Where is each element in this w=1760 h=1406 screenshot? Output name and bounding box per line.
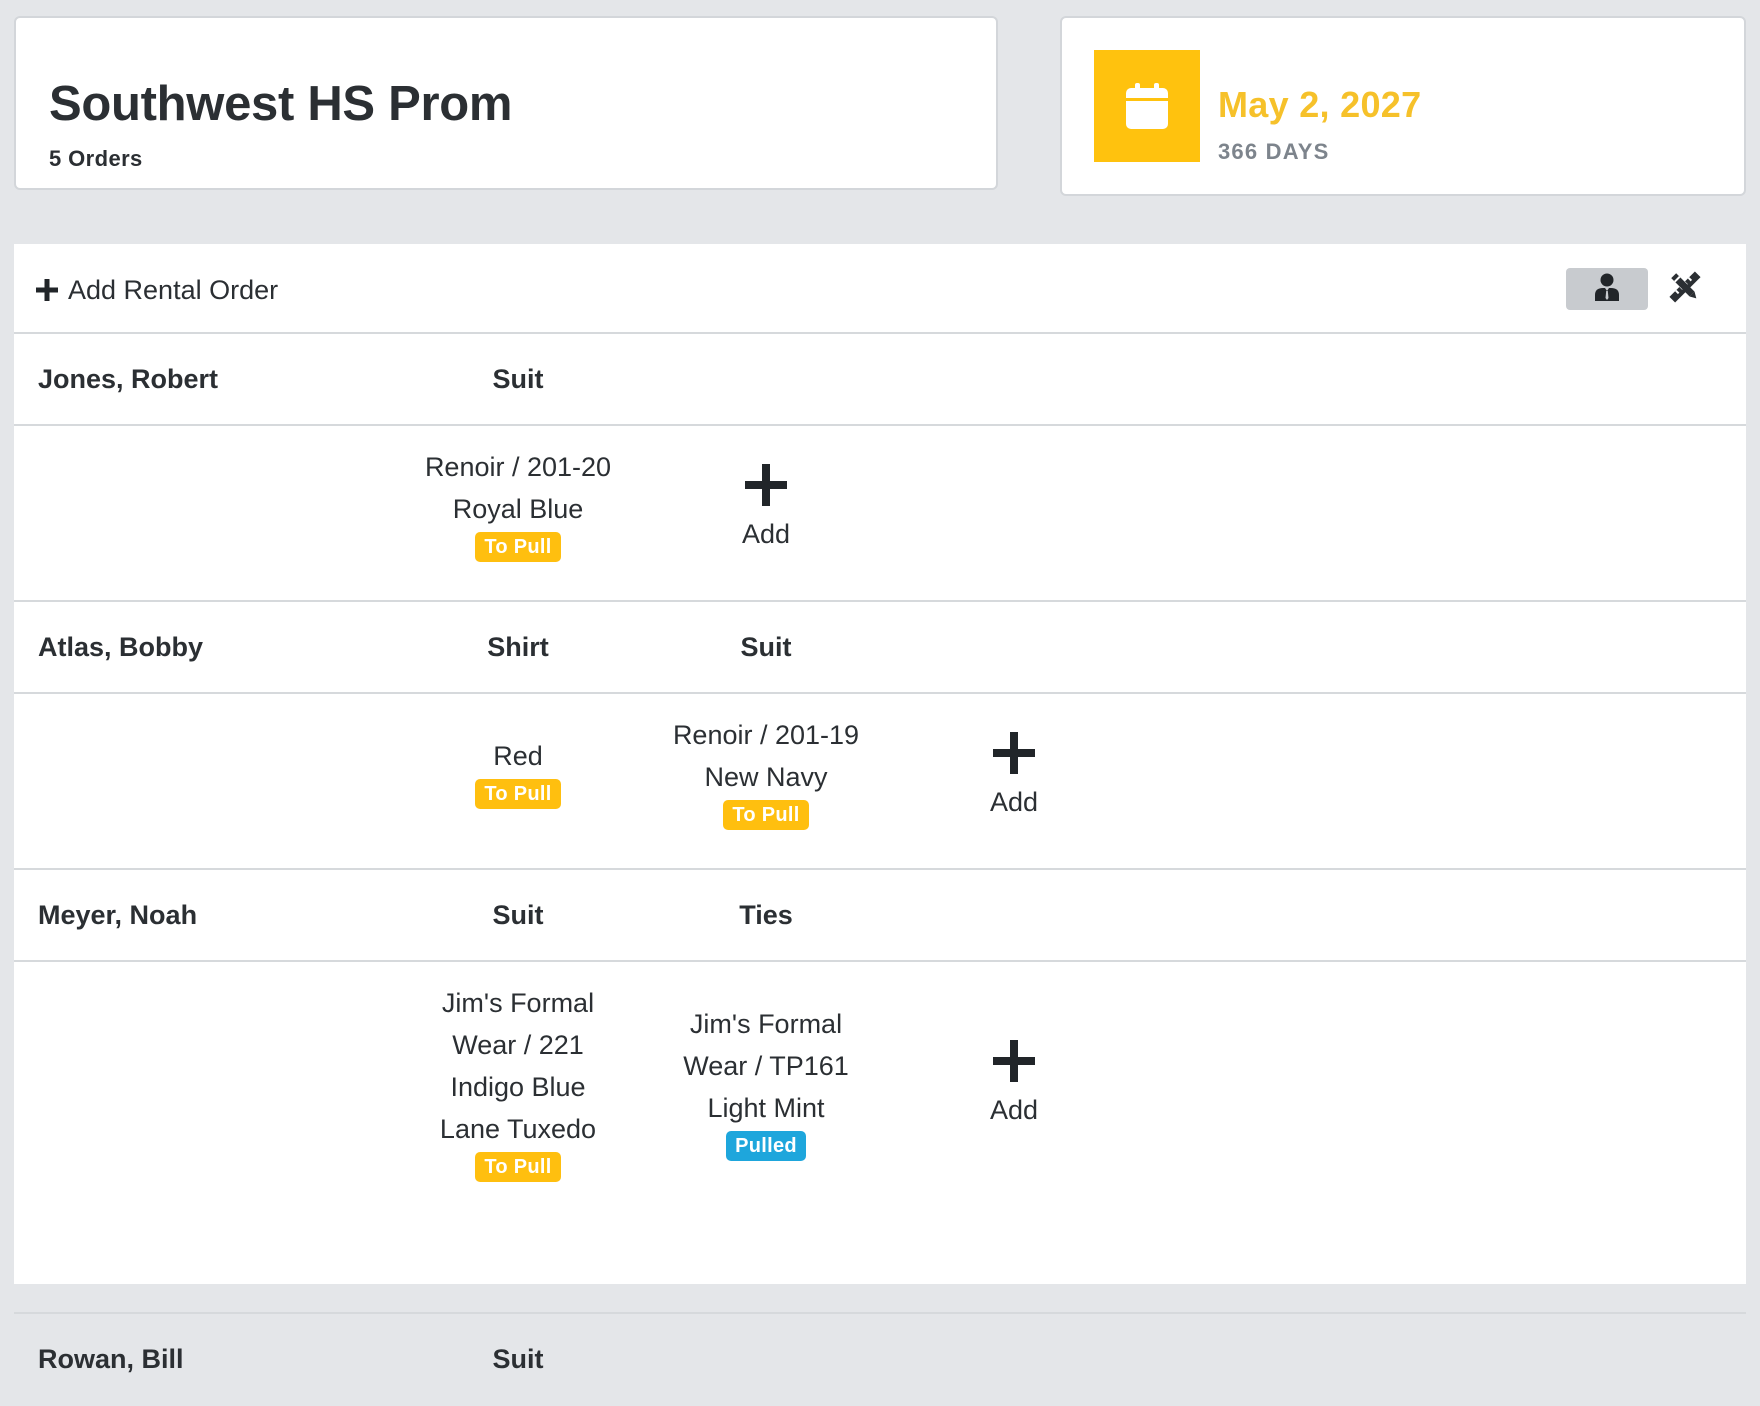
order-header-row[interactable]: Jones, Robert Suit bbox=[14, 334, 1746, 426]
order-header-row[interactable]: Rowan, Bill Suit bbox=[14, 1314, 1746, 1406]
plus-icon bbox=[745, 464, 787, 513]
order-items-row: Red To Pull Renoir / 201-19 New Navy To … bbox=[14, 694, 1746, 870]
plus-icon bbox=[993, 1040, 1035, 1089]
status-badge: To Pull bbox=[723, 800, 809, 830]
status-badge: To Pull bbox=[475, 532, 561, 562]
rental-item[interactable]: Jim's Formal Wear / TP161 Light Mint Pul… bbox=[646, 1003, 886, 1161]
item-line: New Navy bbox=[704, 762, 828, 792]
item-line: Jim's Formal bbox=[441, 988, 595, 1018]
customer-name[interactable]: Atlas, Bobby bbox=[38, 632, 203, 663]
category-label: Suit bbox=[492, 900, 544, 930]
item-line: Light Mint bbox=[707, 1093, 825, 1123]
item-line: Red bbox=[493, 741, 543, 771]
customer-name[interactable]: Rowan, Bill bbox=[38, 1344, 184, 1375]
days-remaining: 366 DAYS bbox=[1218, 139, 1330, 164]
add-item-button[interactable]: Add bbox=[894, 732, 1134, 818]
customer-name[interactable]: Jones, Robert bbox=[38, 364, 218, 395]
status-badge: To Pull bbox=[475, 779, 561, 809]
category-label: Suit bbox=[740, 632, 792, 662]
orders-panel: Add Rental Order Jones, Robert Suit Reno… bbox=[14, 244, 1746, 1374]
event-title: Southwest HS Prom bbox=[49, 77, 513, 131]
rental-item[interactable]: Renoir / 201-19 New Navy To Pull bbox=[646, 714, 886, 830]
add-rental-order-label: Add Rental Order bbox=[68, 274, 279, 305]
category-label: Suit bbox=[492, 1344, 544, 1374]
customer-view-button[interactable] bbox=[1566, 268, 1648, 310]
order-items-row: Jim's Formal Wear / 221 Indigo Blue Lane… bbox=[14, 962, 1746, 1314]
item-line: Lane Tuxedo bbox=[439, 1114, 597, 1144]
customer-name[interactable]: Meyer, Noah bbox=[38, 900, 197, 931]
add-item-button[interactable]: Add bbox=[894, 1040, 1134, 1126]
item-line: Wear / TP161 bbox=[683, 1051, 849, 1081]
event-card: Southwest HS Prom 5 Orders bbox=[14, 16, 998, 190]
add-rental-order-button[interactable]: Add Rental Order bbox=[36, 272, 278, 308]
plus-icon bbox=[36, 279, 58, 301]
order-count: 5 Orders bbox=[49, 146, 143, 171]
rental-item[interactable]: Red To Pull bbox=[398, 735, 638, 809]
add-item-label: Add bbox=[741, 519, 791, 549]
item-line: Wear / 221 bbox=[452, 1030, 584, 1060]
customer-view-icon bbox=[1594, 273, 1620, 306]
add-item-button[interactable]: Add bbox=[646, 464, 886, 550]
item-line: Jim's Formal bbox=[689, 1009, 843, 1039]
status-badge: To Pull bbox=[475, 1152, 561, 1182]
add-item-label: Add bbox=[989, 1095, 1039, 1125]
item-line: Renoir / 201-19 bbox=[672, 720, 860, 750]
event-date-card: May 2, 2027 366 DAYS bbox=[1060, 16, 1746, 196]
order-header-row[interactable]: Atlas, Bobby Shirt Suit bbox=[14, 602, 1746, 694]
order-header-row[interactable]: Meyer, Noah Suit Ties bbox=[14, 870, 1746, 962]
rental-item[interactable]: Jim's Formal Wear / 221 Indigo Blue Lane… bbox=[398, 982, 638, 1182]
orders-toolbar: Add Rental Order bbox=[14, 244, 1746, 334]
rental-item[interactable]: Renoir / 201-20 Royal Blue To Pull bbox=[398, 446, 638, 562]
category-label: Shirt bbox=[487, 632, 549, 662]
category-label: Suit bbox=[492, 364, 544, 394]
edit-mode-button[interactable] bbox=[1664, 268, 1706, 310]
order-items-row: Renoir / 201-20 Royal Blue To Pull Add bbox=[14, 426, 1746, 602]
plus-icon bbox=[993, 732, 1035, 781]
item-line: Royal Blue bbox=[452, 494, 584, 524]
pencil-ruler-icon bbox=[1669, 270, 1701, 308]
item-line: Indigo Blue bbox=[450, 1072, 586, 1102]
category-label: Ties bbox=[739, 900, 793, 930]
status-badge: Pulled bbox=[726, 1131, 806, 1161]
event-date: May 2, 2027 bbox=[1218, 84, 1422, 125]
calendar-icon bbox=[1094, 50, 1200, 162]
add-item-label: Add bbox=[989, 787, 1039, 817]
item-line: Renoir / 201-20 bbox=[424, 452, 612, 482]
